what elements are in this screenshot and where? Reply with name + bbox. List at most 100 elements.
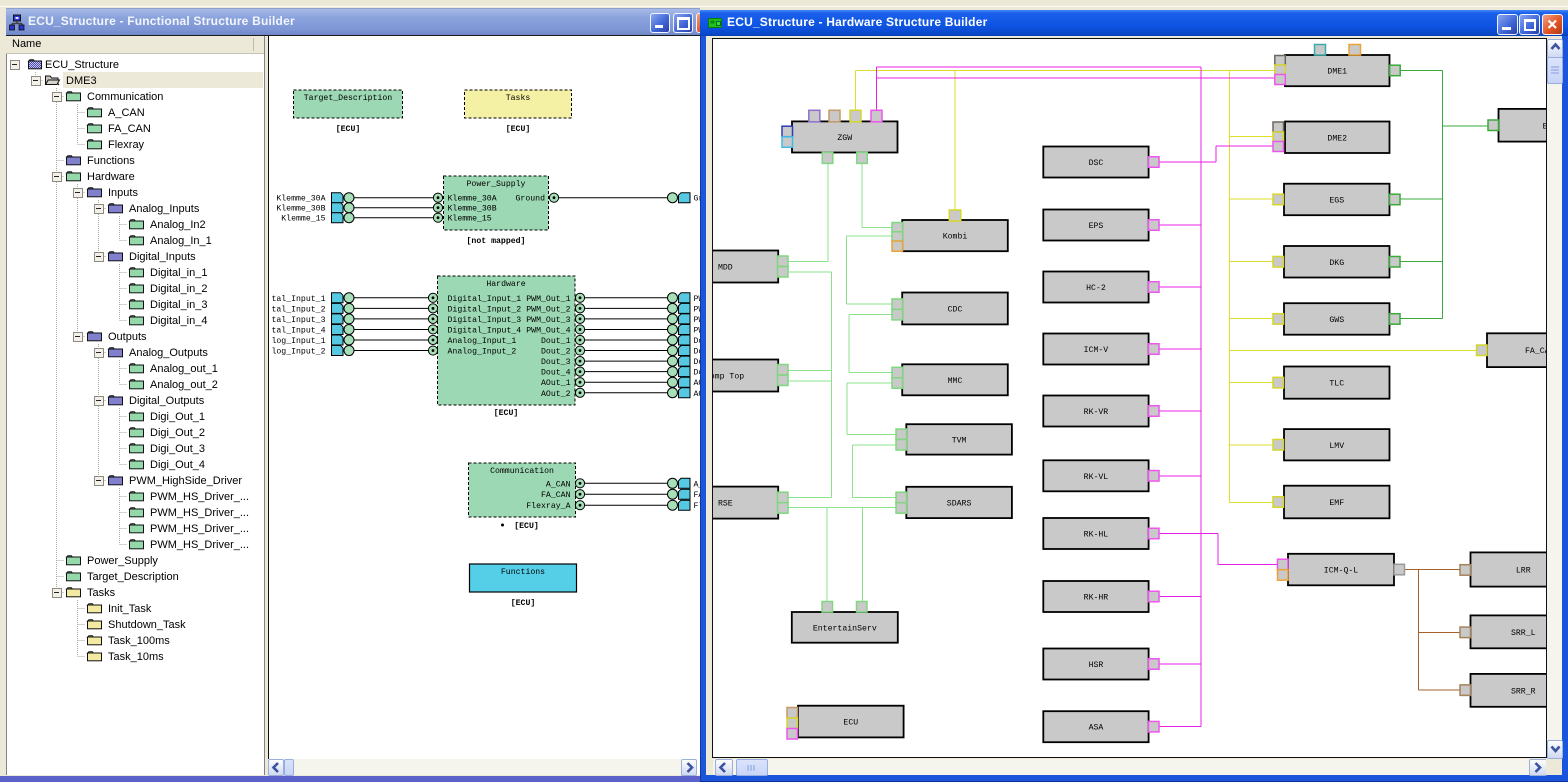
svg-text:A_CAN: A_CAN xyxy=(108,107,145,119)
svg-text:Klemme_30A: Klemme_30A xyxy=(447,194,496,204)
svg-text:Inputs: Inputs xyxy=(108,187,138,199)
svg-text:Flexray: Flexray xyxy=(108,139,145,151)
svg-text:FA_CAN: FA_CAN xyxy=(1525,347,1546,356)
svg-text:Klemme_30A: Klemme_30A xyxy=(276,194,325,204)
svg-text:Klemme_30B: Klemme_30B xyxy=(276,204,325,214)
svg-text:Flexray_A: Flexray_A xyxy=(693,501,700,511)
svg-text:HSR: HSR xyxy=(1089,661,1104,670)
svg-text:[ECU]: [ECU] xyxy=(505,124,530,134)
svg-text:HC-2: HC-2 xyxy=(1086,284,1106,293)
svg-text:Digital_in_2: Digital_in_2 xyxy=(150,283,207,295)
svg-text:Dout_4: Dout_4 xyxy=(693,369,700,378)
svg-text:MMC: MMC xyxy=(948,377,963,386)
svg-text:Shutdown_Task: Shutdown_Task xyxy=(108,619,186,631)
svg-text:Digi_Out_4: Digi_Out_4 xyxy=(150,459,205,471)
svg-text:Power_Supply: Power_Supply xyxy=(466,179,525,189)
svg-text:tal_Input_4: tal_Input_4 xyxy=(271,325,325,335)
svg-text:EDC: EDC xyxy=(1543,122,1546,131)
svg-text:DME3: DME3 xyxy=(66,75,97,87)
svg-text:tal_Input_2: tal_Input_2 xyxy=(271,304,325,314)
svg-text:TLC: TLC xyxy=(1329,380,1344,389)
svg-text:DSC: DSC xyxy=(1089,159,1104,168)
svg-text:Hardware: Hardware xyxy=(87,171,135,183)
svg-text:PWM_Out_1: PWM_Out_1 xyxy=(526,295,570,304)
svg-text:Init_Task: Init_Task xyxy=(108,603,152,615)
svg-text:[ECU]: [ECU] xyxy=(510,598,535,608)
svg-text:log_Input_2: log_Input_2 xyxy=(271,347,325,357)
svg-text:[ECU]: [ECU] xyxy=(493,408,518,418)
svg-text:PWM_Out_2: PWM_Out_2 xyxy=(526,305,570,314)
svg-text:PWM_HighSide_Driver: PWM_HighSide_Driver xyxy=(129,475,242,487)
svg-text:DME1: DME1 xyxy=(1327,68,1347,77)
svg-text:Tasks: Tasks xyxy=(505,93,530,103)
svg-text:Digital_Outputs: Digital_Outputs xyxy=(129,395,205,407)
svg-text:ICM-V: ICM-V xyxy=(1084,346,1109,355)
svg-text:Analog_Input_2: Analog_Input_2 xyxy=(447,347,516,357)
svg-text:MDD: MDD xyxy=(718,264,733,273)
svg-text:Target_Description: Target_Description xyxy=(87,571,179,583)
svg-text:Dout_1: Dout_1 xyxy=(541,337,571,346)
svg-text:LRR: LRR xyxy=(1516,567,1531,576)
svg-text:Digital_Input_4: Digital_Input_4 xyxy=(447,325,521,335)
svg-text:PWM_HS_Driver_...: PWM_HS_Driver_... xyxy=(150,523,249,535)
svg-text:Dout_2: Dout_2 xyxy=(541,348,571,357)
svg-text:Tasks: Tasks xyxy=(87,587,116,599)
svg-text:FA_CAN: FA_CAN xyxy=(541,491,571,500)
svg-text:Target_Description: Target_Description xyxy=(303,93,392,103)
svg-text:Ground: Ground xyxy=(515,194,545,204)
svg-text:Task_100ms: Task_100ms xyxy=(108,635,170,647)
svg-text:Digital_in_4: Digital_in_4 xyxy=(150,315,207,327)
svg-text:Task_10ms: Task_10ms xyxy=(108,651,164,663)
svg-text:Klemme_15: Klemme_15 xyxy=(447,214,491,224)
svg-text:Analog_In2: Analog_In2 xyxy=(150,219,206,231)
svg-text:ZGW: ZGW xyxy=(837,134,852,143)
svg-text:PWM_Out_3: PWM_Out_3 xyxy=(693,316,700,325)
svg-text:PWM_Out_1: PWM_Out_1 xyxy=(693,295,700,304)
svg-text:SDARS: SDARS xyxy=(947,499,972,508)
svg-text:Digi_Out_1: Digi_Out_1 xyxy=(150,411,205,423)
svg-text:SRR_R: SRR_R xyxy=(1511,687,1536,696)
svg-text:PWM_Out_3: PWM_Out_3 xyxy=(526,316,570,325)
svg-text:LMV: LMV xyxy=(1329,442,1344,451)
svg-text:[ECU]: [ECU] xyxy=(514,521,539,531)
svg-text:Analog_Outputs: Analog_Outputs xyxy=(129,347,208,359)
svg-text:ICM-Q-L: ICM-Q-L xyxy=(1324,567,1358,576)
svg-text:Analog_Inputs: Analog_Inputs xyxy=(129,203,200,215)
svg-text:RSE: RSE xyxy=(718,500,733,509)
svg-text:ASA: ASA xyxy=(1089,724,1104,733)
svg-text:Communication: Communication xyxy=(490,466,554,476)
svg-text:RK-VR: RK-VR xyxy=(1084,408,1109,417)
svg-text:Digital_Input_2: Digital_Input_2 xyxy=(447,304,521,314)
svg-text:Dout_2: Dout_2 xyxy=(693,348,700,357)
svg-text:Digital_Input_1: Digital_Input_1 xyxy=(447,294,521,304)
svg-text:Digital_in_3: Digital_in_3 xyxy=(150,299,207,311)
svg-text:EGS: EGS xyxy=(1329,196,1344,205)
svg-text:EntertainServ: EntertainServ xyxy=(813,623,877,633)
svg-text:Analog_out_2: Analog_out_2 xyxy=(150,379,218,391)
svg-text:PWM_HS_Driver_...: PWM_HS_Driver_... xyxy=(150,507,249,519)
svg-text:FA_CAN: FA_CAN xyxy=(693,491,700,500)
svg-text:Flexray_A: Flexray_A xyxy=(526,501,570,511)
svg-text:Dout_4: Dout_4 xyxy=(541,369,571,378)
svg-text:ECU_Structure: ECU_Structure xyxy=(45,59,119,71)
svg-text:FA_CAN: FA_CAN xyxy=(108,123,151,135)
svg-text:PWM_HS_Driver_...: PWM_HS_Driver_... xyxy=(150,491,249,503)
svg-text:[not mapped]: [not mapped] xyxy=(466,236,525,246)
svg-text:Functions: Functions xyxy=(87,155,135,167)
svg-text:Digi_Out_2: Digi_Out_2 xyxy=(150,427,205,439)
svg-text:PWM_Out_2: PWM_Out_2 xyxy=(693,305,700,314)
svg-text:PWM_HS_Driver_...: PWM_HS_Driver_... xyxy=(150,539,249,551)
svg-text:Komp Top: Komp Top xyxy=(713,373,744,382)
svg-text:RK-VL: RK-VL xyxy=(1084,473,1109,482)
svg-text:RK-HL: RK-HL xyxy=(1084,531,1109,540)
svg-text:SRR_L: SRR_L xyxy=(1511,629,1536,638)
svg-text:Digi_Out_3: Digi_Out_3 xyxy=(150,443,205,455)
svg-text:Digital_in_1: Digital_in_1 xyxy=(150,267,207,279)
svg-text:tal_Input_1: tal_Input_1 xyxy=(271,294,325,304)
svg-text:Communication: Communication xyxy=(87,91,163,103)
svg-text:PWM_Out_4: PWM_Out_4 xyxy=(526,326,570,335)
svg-text:AOut_2: AOut_2 xyxy=(693,390,700,399)
svg-text:AOut_1: AOut_1 xyxy=(541,379,571,388)
svg-text:Klemme_30B: Klemme_30B xyxy=(447,204,496,214)
svg-text:Analog_Input_1: Analog_Input_1 xyxy=(447,336,516,346)
